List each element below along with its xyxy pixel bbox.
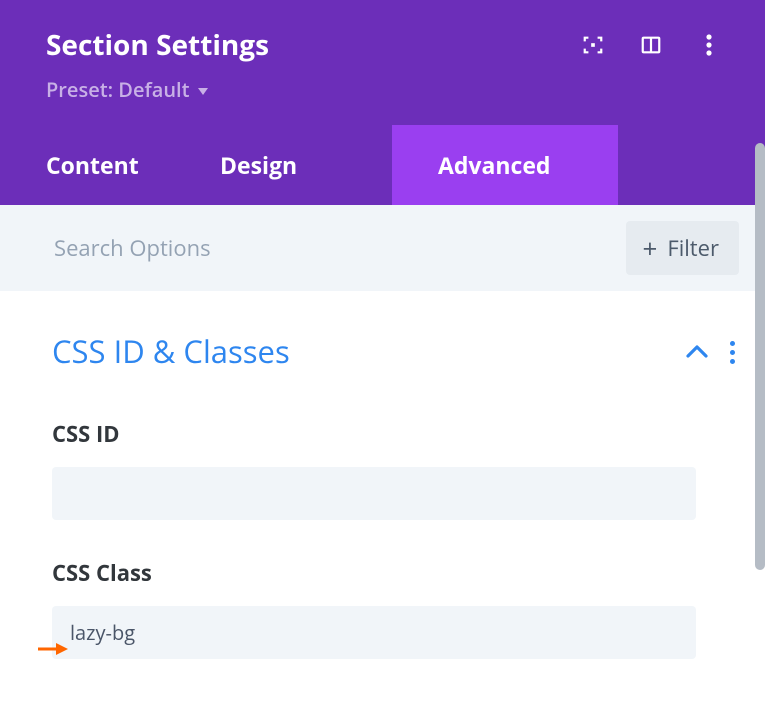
group-more-vertical-icon[interactable] [730,341,735,364]
filter-label: Filter [667,233,719,263]
search-options-input[interactable] [54,233,465,263]
field-css-class: CSS Class [52,558,735,659]
collapse-group-icon[interactable] [686,345,708,359]
options-search-bar: + Filter [0,205,765,291]
modal-title: Section Settings [46,26,269,64]
group-title[interactable]: CSS ID & Classes [52,331,290,373]
header-actions [581,33,721,57]
group-header-actions [686,341,735,364]
group-header-css-id-classes: CSS ID & Classes [52,331,735,373]
modal-header: Section Settings [0,0,765,125]
css-id-label: CSS ID [52,419,735,449]
plus-icon: + [642,235,657,261]
tab-design[interactable]: Design [220,125,392,205]
field-css-id: CSS ID [52,419,735,520]
more-vertical-icon[interactable] [697,33,721,57]
filter-button[interactable]: + Filter [626,221,739,275]
preset-label: Preset: Default [46,76,190,103]
tab-content[interactable]: Content [0,125,220,205]
scrollbar-thumb[interactable] [755,143,765,570]
preset-dropdown[interactable]: Preset: Default [46,76,208,103]
caret-down-icon [198,88,208,95]
header-top-row: Section Settings [46,26,725,64]
layout-columns-icon[interactable] [639,33,663,57]
tab-bar: Content Design Advanced [0,125,765,205]
scan-icon[interactable] [581,33,605,57]
css-id-input[interactable] [52,467,696,520]
settings-content: CSS ID & Classes CSS ID CSS Class [0,291,765,659]
css-class-label: CSS Class [52,558,735,588]
css-class-input[interactable] [52,606,696,659]
tab-advanced[interactable]: Advanced [392,125,618,205]
